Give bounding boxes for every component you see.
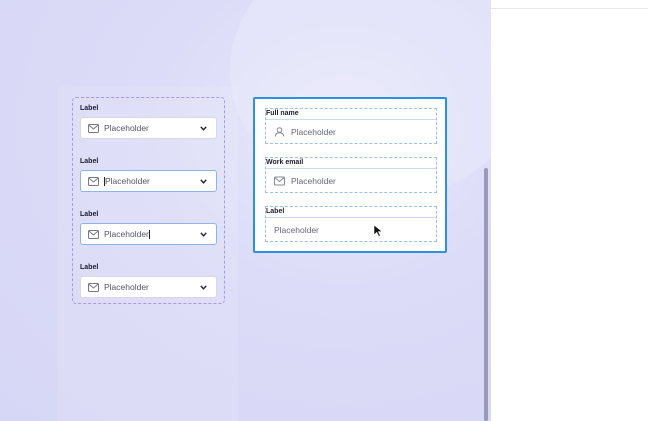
field-label: Label [80, 158, 99, 165]
select-input[interactable]: Placeholder [80, 276, 217, 298]
mail-icon [88, 176, 99, 186]
input-placeholder: Placeholder [291, 175, 336, 186]
select-placeholder: Placeholder [105, 175, 150, 186]
chevron-down-icon [200, 231, 207, 237]
field-label: Label [266, 208, 285, 215]
select-field[interactable]: Label Placeholder [80, 263, 218, 298]
user-icon [274, 126, 285, 137]
text-input[interactable]: Placeholder [266, 168, 436, 192]
select-placeholder-wrap: Placeholder [104, 228, 200, 240]
field-label: Full name [266, 110, 299, 117]
mail-icon [88, 282, 99, 292]
text-input[interactable]: Placeholder [266, 217, 436, 241]
select-field[interactable]: Label Placeholder [80, 157, 218, 192]
chevron-down-icon [200, 178, 207, 184]
field-label: Label [80, 264, 99, 271]
form-field-full-name[interactable]: Full name Placeholder [265, 108, 437, 144]
select-field-stack[interactable]: Label Placeholder Label Placeholder Labe… [72, 97, 225, 304]
select-input[interactable]: Placeholder [80, 170, 217, 192]
chevron-down-icon [200, 125, 207, 131]
select-placeholder: Placeholder [104, 228, 149, 239]
scrollbar-thumb[interactable] [484, 168, 488, 421]
design-canvas[interactable]: Label Placeholder Label Placeholder Labe… [0, 0, 491, 421]
text-caret [148, 230, 150, 240]
input-placeholder: Placeholder [291, 126, 336, 137]
properties-panel [491, 0, 648, 421]
mail-icon [274, 176, 285, 185]
text-input[interactable]: Placeholder [266, 119, 436, 143]
select-placeholder-wrap: Placeholder [104, 175, 200, 187]
select-input[interactable]: Placeholder [80, 223, 217, 245]
field-label: Label [80, 105, 99, 112]
input-placeholder: Placeholder [274, 224, 319, 235]
divider [491, 8, 648, 9]
select-placeholder: Placeholder [104, 123, 149, 133]
field-label: Work email [266, 159, 304, 166]
select-input[interactable]: Placeholder [80, 117, 217, 139]
select-placeholder: Placeholder [104, 282, 149, 292]
select-field[interactable]: Label Placeholder [80, 104, 218, 139]
form-frame[interactable]: Full name Placeholder Work email Placeho… [253, 97, 447, 253]
mouse-pointer-icon [373, 224, 384, 237]
field-label: Label [80, 211, 99, 218]
form-field-label[interactable]: Label Placeholder [265, 206, 437, 242]
mail-icon [88, 229, 99, 239]
select-field[interactable]: Label Placeholder [80, 210, 218, 245]
mail-icon [88, 123, 99, 133]
chevron-down-icon [200, 284, 207, 290]
form-field-work-email[interactable]: Work email Placeholder [265, 157, 437, 193]
